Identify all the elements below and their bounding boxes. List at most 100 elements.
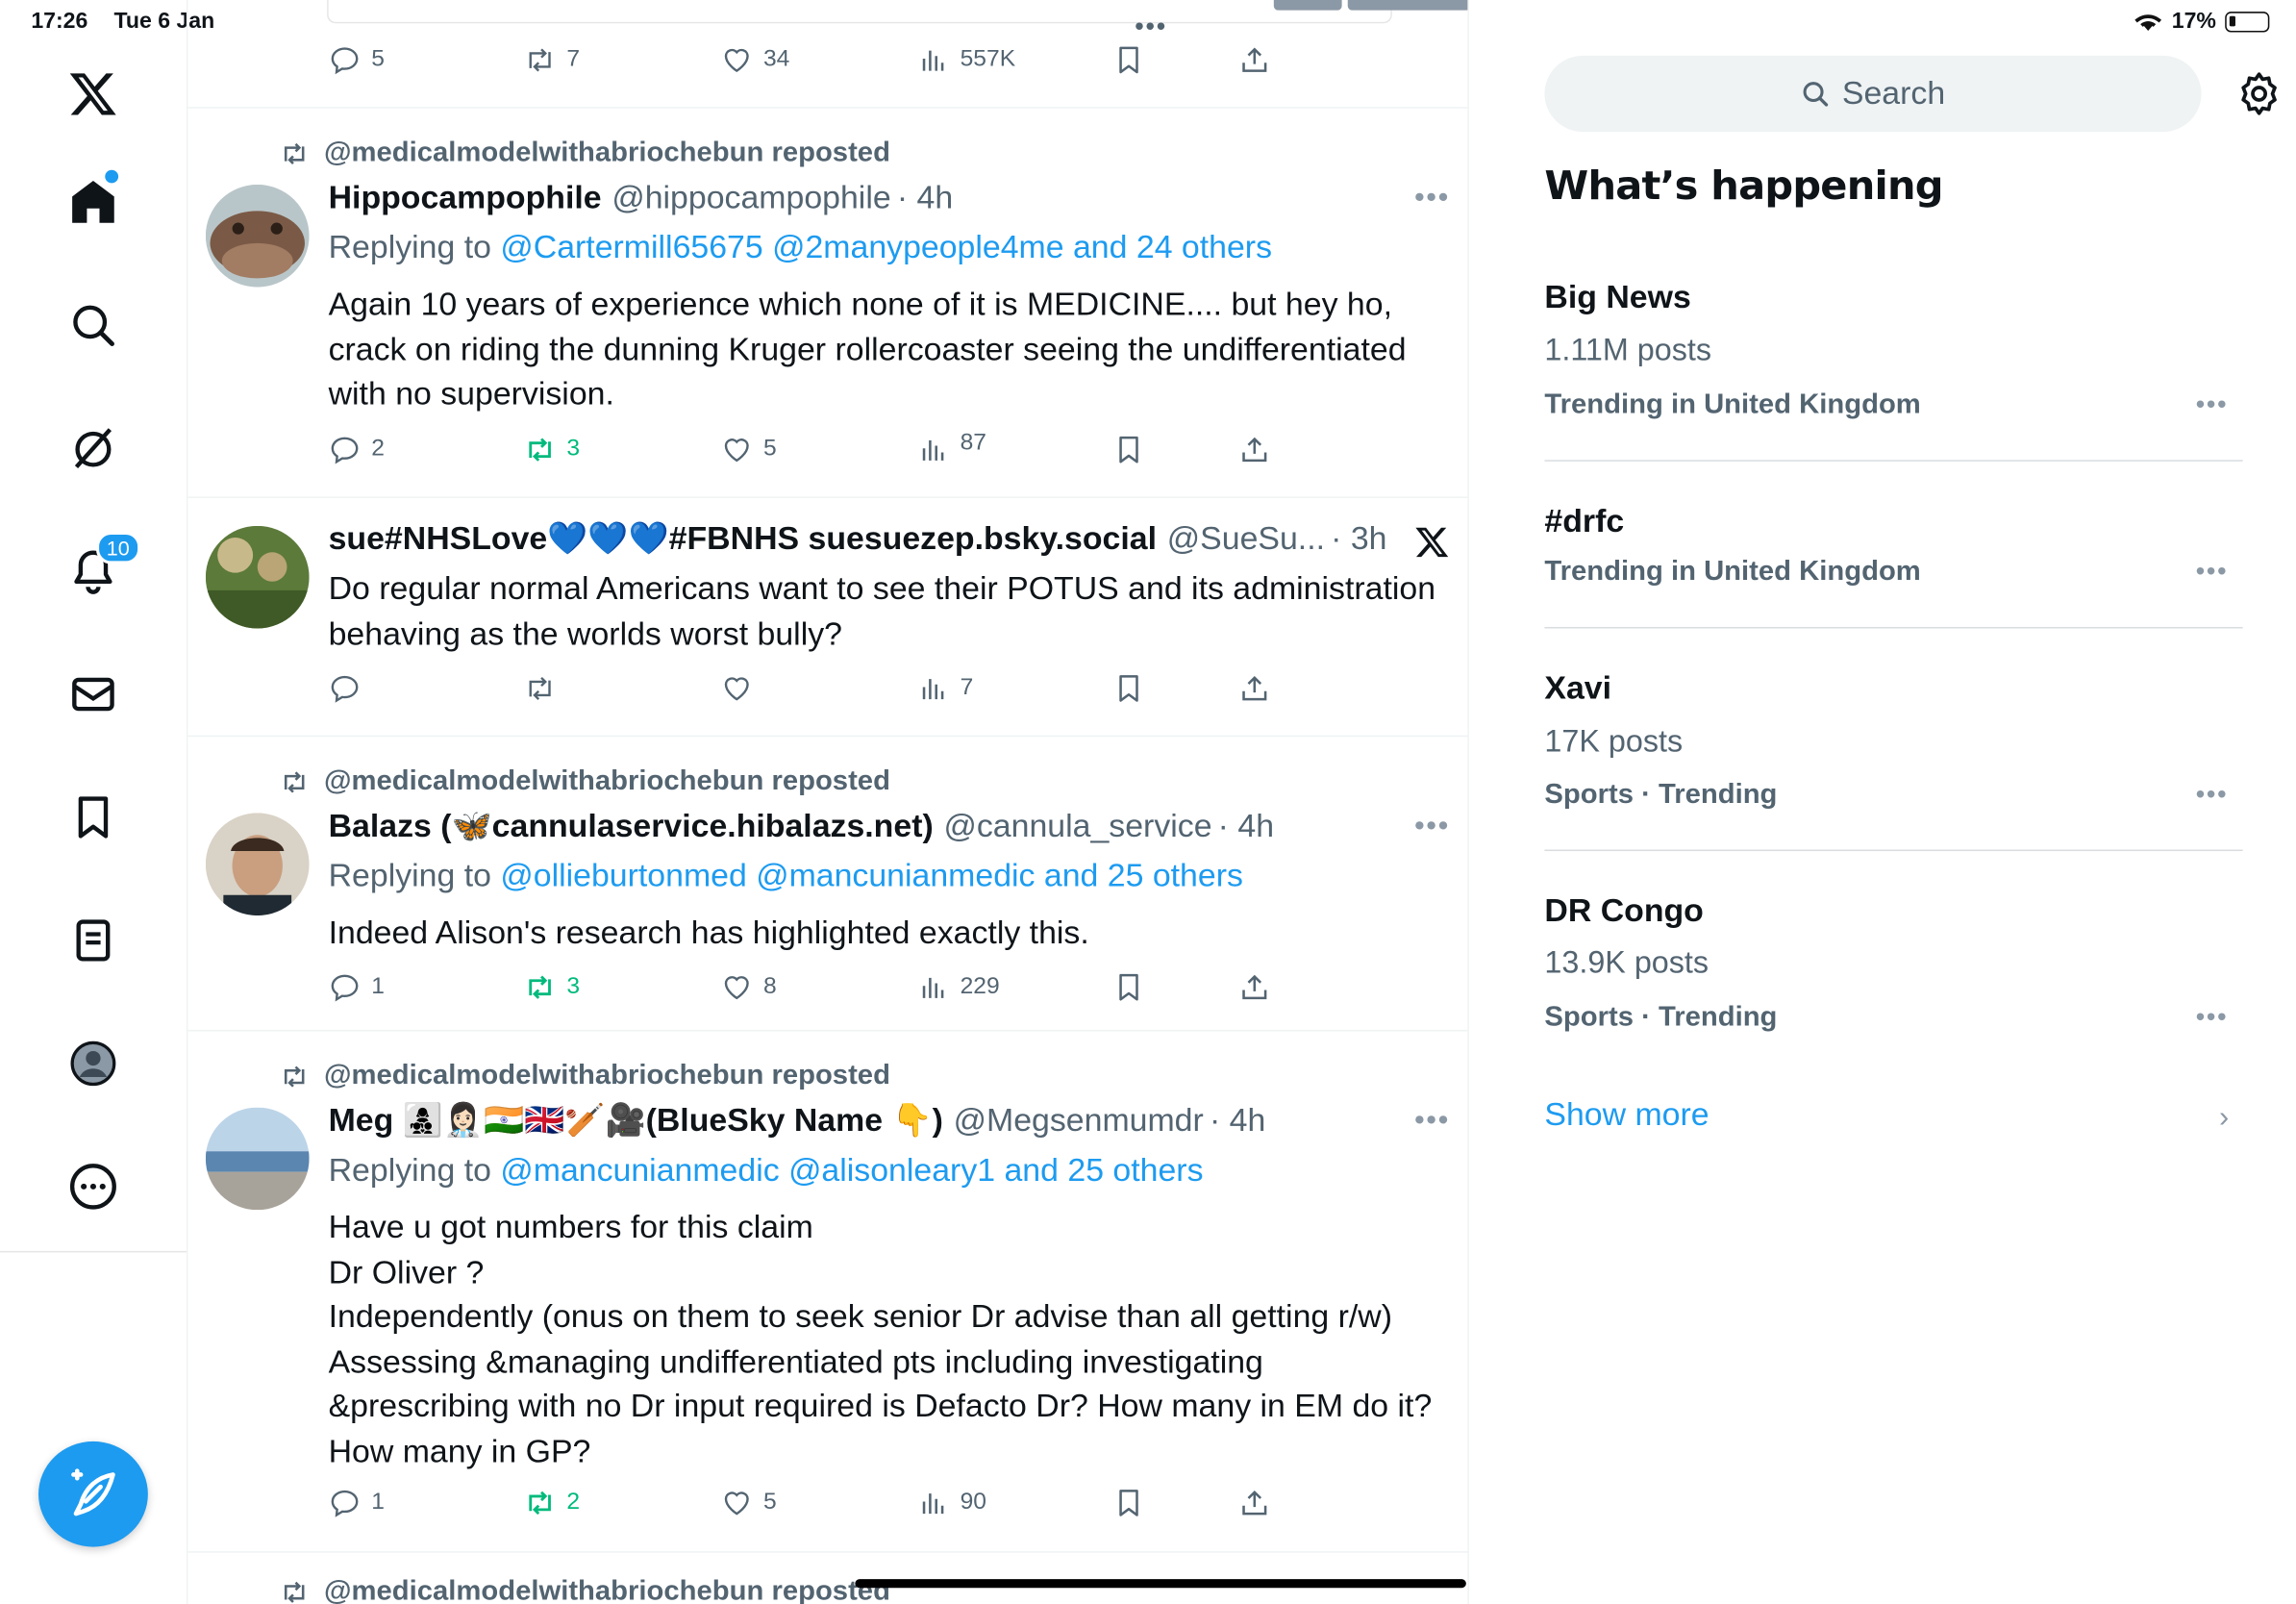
show-more-link[interactable]: Show more [1544, 1095, 1709, 1134]
replying-prefix: Replying to [328, 1151, 491, 1189]
share-button[interactable] [1238, 971, 1271, 1004]
views-button[interactable]: 229 [917, 971, 1000, 1004]
avatar[interactable] [205, 813, 310, 916]
search-input[interactable]: Search [1544, 55, 2202, 133]
search-icon[interactable] [47, 280, 138, 370]
repost-button[interactable] [524, 672, 567, 705]
reply-button[interactable] [329, 672, 372, 705]
tweet-text: Indeed Alison's research has highlighted… [328, 914, 1089, 951]
repost-count: 2 [566, 1490, 581, 1516]
reply-button[interactable]: 2 [329, 434, 385, 466]
display-name[interactable]: Hippocampophile [329, 179, 602, 217]
home-icon[interactable] [47, 157, 138, 247]
display-name[interactable]: Balazs (🦋cannulaservice.hibalazs.net) [329, 807, 934, 845]
embedded-card-edge [327, 0, 1392, 24]
share-button[interactable] [1238, 434, 1271, 466]
tweet[interactable]: sue#NHSLove💙💙💙#FBNHS suesuezep.bsky.soci… [187, 498, 1468, 738]
messages-envelope-icon[interactable] [47, 649, 138, 739]
timestamp[interactable]: · 4h [1218, 807, 1274, 845]
repost-count: 3 [566, 973, 581, 999]
bookmark-button[interactable] [1112, 971, 1145, 1004]
more-dots-icon[interactable]: ••• [2196, 1002, 2229, 1033]
more-dots-icon[interactable]: ••• [2196, 779, 2229, 810]
reply-button[interactable]: 1 [329, 971, 385, 1004]
trend-item[interactable]: Xavi 17K posts Sports · Trending ••• [1544, 628, 2243, 852]
repost-icon [529, 975, 551, 999]
profile-avatar-icon[interactable] [47, 1018, 138, 1109]
trend-context: Trending in United Kingdom [1544, 389, 1921, 421]
more-dots-icon[interactable]: ••• [1414, 1105, 1450, 1139]
tweet[interactable]: @medicalmodelwithabriochebun reposted Me… [187, 1031, 1468, 1553]
more-options-icon[interactable] [47, 1141, 138, 1232]
trend-title: DR Congo [1544, 891, 1704, 929]
views-button[interactable]: 87 [917, 431, 986, 466]
handle[interactable]: @cannula_service [944, 807, 1212, 845]
x-logo-icon[interactable] [47, 48, 138, 138]
share-button[interactable] [1238, 44, 1271, 77]
more-dots-icon[interactable]: ••• [1135, 12, 1167, 42]
more-dots-icon[interactable]: ••• [2196, 557, 2229, 588]
timestamp[interactable]: · 4h [1210, 1102, 1265, 1140]
trend-item[interactable]: DR Congo 13.9K posts Sports · Trending •… [1544, 851, 2242, 1070]
reply-button[interactable]: 5 [329, 44, 385, 77]
heart-icon [724, 1491, 749, 1516]
replying-to-link[interactable]: @mancunianmedic @alisonleary1 and 25 oth… [500, 1151, 1203, 1188]
timeline[interactable]: ••• 5 7 34 557K @medicalmodelwithabrioch… [186, 0, 1469, 1604]
like-button[interactable]: 5 [720, 1487, 777, 1519]
views-chart-icon [922, 50, 944, 71]
trend-item[interactable]: #drfc Trending in United Kingdom ••• [1544, 462, 2243, 629]
tweet[interactable]: @medicalmodelwithabriochebun reposted Hi… [187, 109, 1468, 498]
display-name[interactable]: Meg 👩‍👧‍👦👩🏻‍⚕️🇮🇳🇬🇧🏏🎥(BlueSky Name 👇) [329, 1102, 943, 1140]
bookmarks-icon[interactable] [47, 772, 138, 863]
replying-to: Replying to @mancunianmedic @alisonleary… [329, 1151, 1204, 1190]
bookmark-button[interactable] [1112, 434, 1145, 466]
views-button[interactable]: 557K [917, 44, 1015, 77]
share-button[interactable] [1238, 672, 1271, 705]
heart-icon [724, 976, 749, 1000]
repost-button[interactable]: 3 [524, 971, 580, 1004]
like-button[interactable]: 5 [720, 434, 777, 466]
repost-button[interactable]: 2 [524, 1487, 580, 1519]
notifications-badge: 10 [96, 531, 140, 564]
repost-button[interactable]: 7 [524, 44, 580, 77]
display-name[interactable]: sue#NHSLove💙💙💙#FBNHS suesuezep.bsky.soci… [329, 520, 1157, 559]
repost-button[interactable]: 3 [524, 434, 580, 466]
grok-icon[interactable] [47, 403, 138, 493]
handle[interactable]: @Megsenmumdr [954, 1102, 1204, 1140]
more-dots-icon[interactable]: ••• [1414, 810, 1450, 843]
bookmark-button[interactable] [1112, 44, 1145, 77]
handle[interactable]: @hippocampophile [611, 179, 890, 217]
views-button[interactable]: 7 [917, 672, 973, 705]
chevron-right-icon[interactable]: › [2219, 1102, 2229, 1136]
like-button[interactable]: 34 [720, 44, 789, 77]
replying-to: Replying to @Cartermill65675 @2manypeopl… [329, 229, 1272, 267]
app-page: 17:26 Tue 6 Jan 17% 10 ••• 5 7 34 557K @… [0, 0, 2296, 1604]
tweet[interactable]: @medicalmodelwithabriochebun reposted Ba… [187, 737, 1468, 1032]
share-button[interactable] [1238, 1487, 1271, 1519]
reply-button[interactable]: 1 [329, 1487, 385, 1519]
trend-item[interactable]: Big News 1.11M posts Trending in United … [1544, 258, 2243, 462]
views-button[interactable]: 90 [917, 1487, 986, 1519]
compose-post-button[interactable] [38, 1441, 148, 1547]
timestamp[interactable]: · 3h [1331, 520, 1386, 559]
handle[interactable]: @SueSu... [1167, 520, 1325, 559]
like-button[interactable]: 8 [720, 971, 777, 1004]
tweet-text: Again 10 years of experience which none … [328, 286, 1407, 413]
settings-gear-icon[interactable] [2235, 70, 2283, 117]
bookmark-button[interactable] [1112, 1487, 1145, 1519]
trend-title: Xavi [1544, 669, 1612, 707]
replying-to-link[interactable]: @Cartermill65675 @2manypeople4me and 24 … [500, 229, 1272, 265]
timestamp[interactable]: · 4h [897, 179, 953, 217]
avatar[interactable] [205, 184, 310, 288]
more-dots-icon[interactable]: ••• [2196, 389, 2229, 420]
replying-to-link[interactable]: @ollieburtonmed @mancunianmedic and 25 o… [500, 857, 1243, 893]
bookmark-button[interactable] [1112, 672, 1145, 705]
avatar[interactable] [205, 525, 310, 629]
reply-count: 5 [371, 46, 385, 72]
like-button[interactable] [720, 672, 763, 705]
lists-icon[interactable] [47, 895, 138, 986]
more-dots-icon[interactable]: ••• [1414, 182, 1450, 215]
notifications-bell-icon[interactable]: 10 [47, 526, 140, 616]
avatar[interactable] [205, 1107, 310, 1211]
share-icon [1242, 974, 1267, 1000]
